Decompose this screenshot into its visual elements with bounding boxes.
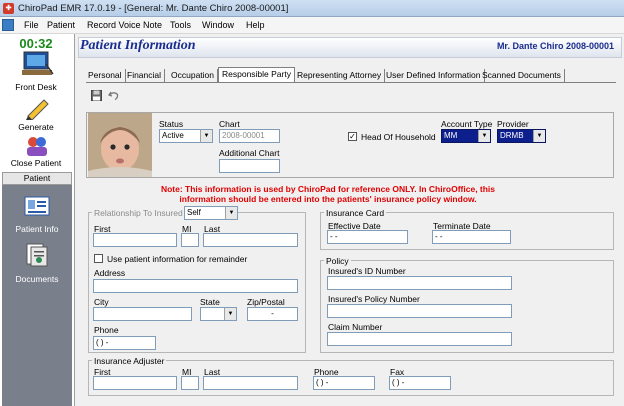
id-card-icon	[24, 196, 50, 216]
menu-help[interactable]: Help	[246, 20, 265, 30]
insurance-adjuster-title: Insurance Adjuster	[92, 356, 167, 366]
chevron-down-icon: ▼	[533, 130, 545, 142]
insured-phone-field[interactable]: ( ) -	[93, 336, 156, 350]
relationship-select[interactable]: Self ▼	[184, 206, 238, 220]
tab-occupation[interactable]: Occupation	[171, 69, 218, 82]
undo-icon[interactable]	[108, 90, 119, 101]
account-type-select[interactable]: MM ▼	[441, 129, 491, 143]
terminate-date-field[interactable]: - -	[432, 230, 511, 244]
menu-window[interactable]: Window	[202, 20, 234, 30]
insured-id-field[interactable]	[327, 276, 512, 290]
tab-personal[interactable]: Personal	[88, 69, 126, 82]
chart-label: Chart	[219, 119, 240, 129]
additional-chart-field[interactable]	[219, 159, 280, 173]
adjuster-mi-field[interactable]	[181, 376, 199, 390]
patient-info-label: Patient Info	[15, 224, 59, 234]
head-of-household-label: Head Of Household	[361, 132, 436, 142]
provider-select[interactable]: DRMB ▼	[497, 129, 546, 143]
relationship-label: Relationship To Insured	[92, 208, 185, 218]
insured-last-field[interactable]	[203, 233, 298, 247]
status-value: Active	[162, 131, 184, 140]
provider-label: Provider	[497, 119, 529, 129]
status-select[interactable]: Active ▼	[159, 129, 213, 143]
pencil-icon	[26, 99, 49, 120]
save-icon[interactable]	[91, 90, 102, 101]
chevron-down-icon: ▼	[224, 308, 236, 320]
head-of-household-checkbox[interactable]: ✓	[348, 132, 357, 141]
note-line-2: information should be entered into the p…	[179, 194, 477, 204]
claim-number-field[interactable]	[327, 332, 512, 346]
menu-patient[interactable]: Patient	[47, 20, 75, 30]
claim-number-label: Claim Number	[328, 322, 383, 332]
address-label: Address	[94, 268, 126, 278]
insured-mi-field[interactable]	[181, 233, 199, 247]
close-patient-button[interactable]: Close Patient	[4, 135, 70, 171]
policy-number-field[interactable]	[327, 304, 512, 318]
address-field[interactable]	[93, 279, 298, 293]
adjuster-phone-field[interactable]: ( ) -	[313, 376, 375, 390]
city-field[interactable]	[93, 307, 192, 321]
zip-field[interactable]: -	[247, 307, 298, 321]
header-patient-name: Mr. Dante Chiro 2008-00001	[496, 41, 614, 51]
adjuster-fax-field[interactable]: ( ) -	[389, 376, 451, 390]
additional-chart-label: Additional Chart	[219, 148, 280, 158]
insured-phone-label: Phone	[94, 325, 119, 335]
chart-field[interactable]: 2008-00001	[219, 129, 280, 143]
menu-tools[interactable]: Tools	[170, 20, 191, 30]
use-patient-info-label: Use patient information for remainder	[107, 254, 248, 264]
tab-financial[interactable]: Financial	[127, 69, 166, 82]
app-icon: ✚	[3, 3, 14, 14]
chevron-down-icon: ▼	[225, 207, 237, 219]
documents-label: Documents	[15, 274, 59, 284]
zip-label: Zip/Postal	[247, 297, 285, 307]
chevron-down-icon: ▼	[478, 130, 490, 142]
document-icon[interactable]	[2, 19, 14, 31]
state-label: State	[200, 297, 220, 307]
adjuster-first-field[interactable]	[93, 376, 177, 390]
city-label: City	[94, 297, 109, 307]
tab-user-defined-information[interactable]: User Defined Information	[386, 69, 485, 82]
documents-icon	[26, 243, 48, 267]
account-type-value: MM	[444, 131, 458, 140]
computer-desk-icon	[22, 51, 54, 75]
tab-divider	[86, 82, 616, 83]
patient-panel: Patient Info Documents	[2, 185, 72, 406]
session-timer: 00:32	[19, 36, 53, 51]
status-label: Status	[159, 119, 184, 129]
patient-photo	[88, 113, 152, 177]
close-patient-icon	[27, 137, 47, 156]
account-type-label: Account Type	[441, 119, 493, 129]
policy-number-label: Insured's Policy Number	[328, 294, 420, 304]
menu-file[interactable]: File	[24, 20, 39, 30]
state-select[interactable]: ▼	[200, 307, 237, 321]
window-title: ChiroPad EMR 17.0.19 - [General: Mr. Dan…	[18, 3, 289, 14]
tab-responsible-party[interactable]: Responsible Party	[218, 67, 295, 82]
effective-date-field[interactable]: - -	[327, 230, 408, 244]
documents-button[interactable]: Documents	[2, 243, 72, 285]
insurance-card-title: Insurance Card	[324, 208, 387, 218]
front-desk-button[interactable]: Front Desk	[4, 50, 70, 94]
generate-button[interactable]: Generate	[4, 96, 70, 134]
page-title: Patient Information	[80, 38, 196, 53]
title-bar: ✚ ChiroPad EMR 17.0.19 - [General: Mr. D…	[0, 0, 624, 17]
tab-scanned-documents[interactable]: Scanned Documents	[482, 69, 565, 82]
chevron-down-icon: ▼	[200, 130, 212, 142]
policy-title: Policy	[324, 256, 351, 266]
adjuster-last-field[interactable]	[203, 376, 298, 390]
close-patient-label: Close Patient	[10, 158, 62, 168]
menu-bar: File Patient Record Voice Note Tools Win…	[0, 17, 624, 34]
tab-representing-attorney[interactable]: Representing Attorney	[297, 69, 386, 82]
insured-first-field[interactable]	[93, 233, 177, 247]
menu-record-voice-note[interactable]: Record Voice Note	[87, 20, 162, 30]
insured-id-label: Insured's ID Number	[328, 266, 406, 276]
provider-value: DRMB	[500, 131, 524, 140]
relationship-value: Self	[187, 208, 201, 217]
generate-label: Generate	[18, 122, 54, 132]
patient-info-button[interactable]: Patient Info	[2, 195, 72, 237]
use-patient-info-checkbox[interactable]	[94, 254, 103, 263]
front-desk-label: Front Desk	[15, 82, 57, 92]
patient-section-header[interactable]: Patient	[2, 172, 72, 185]
